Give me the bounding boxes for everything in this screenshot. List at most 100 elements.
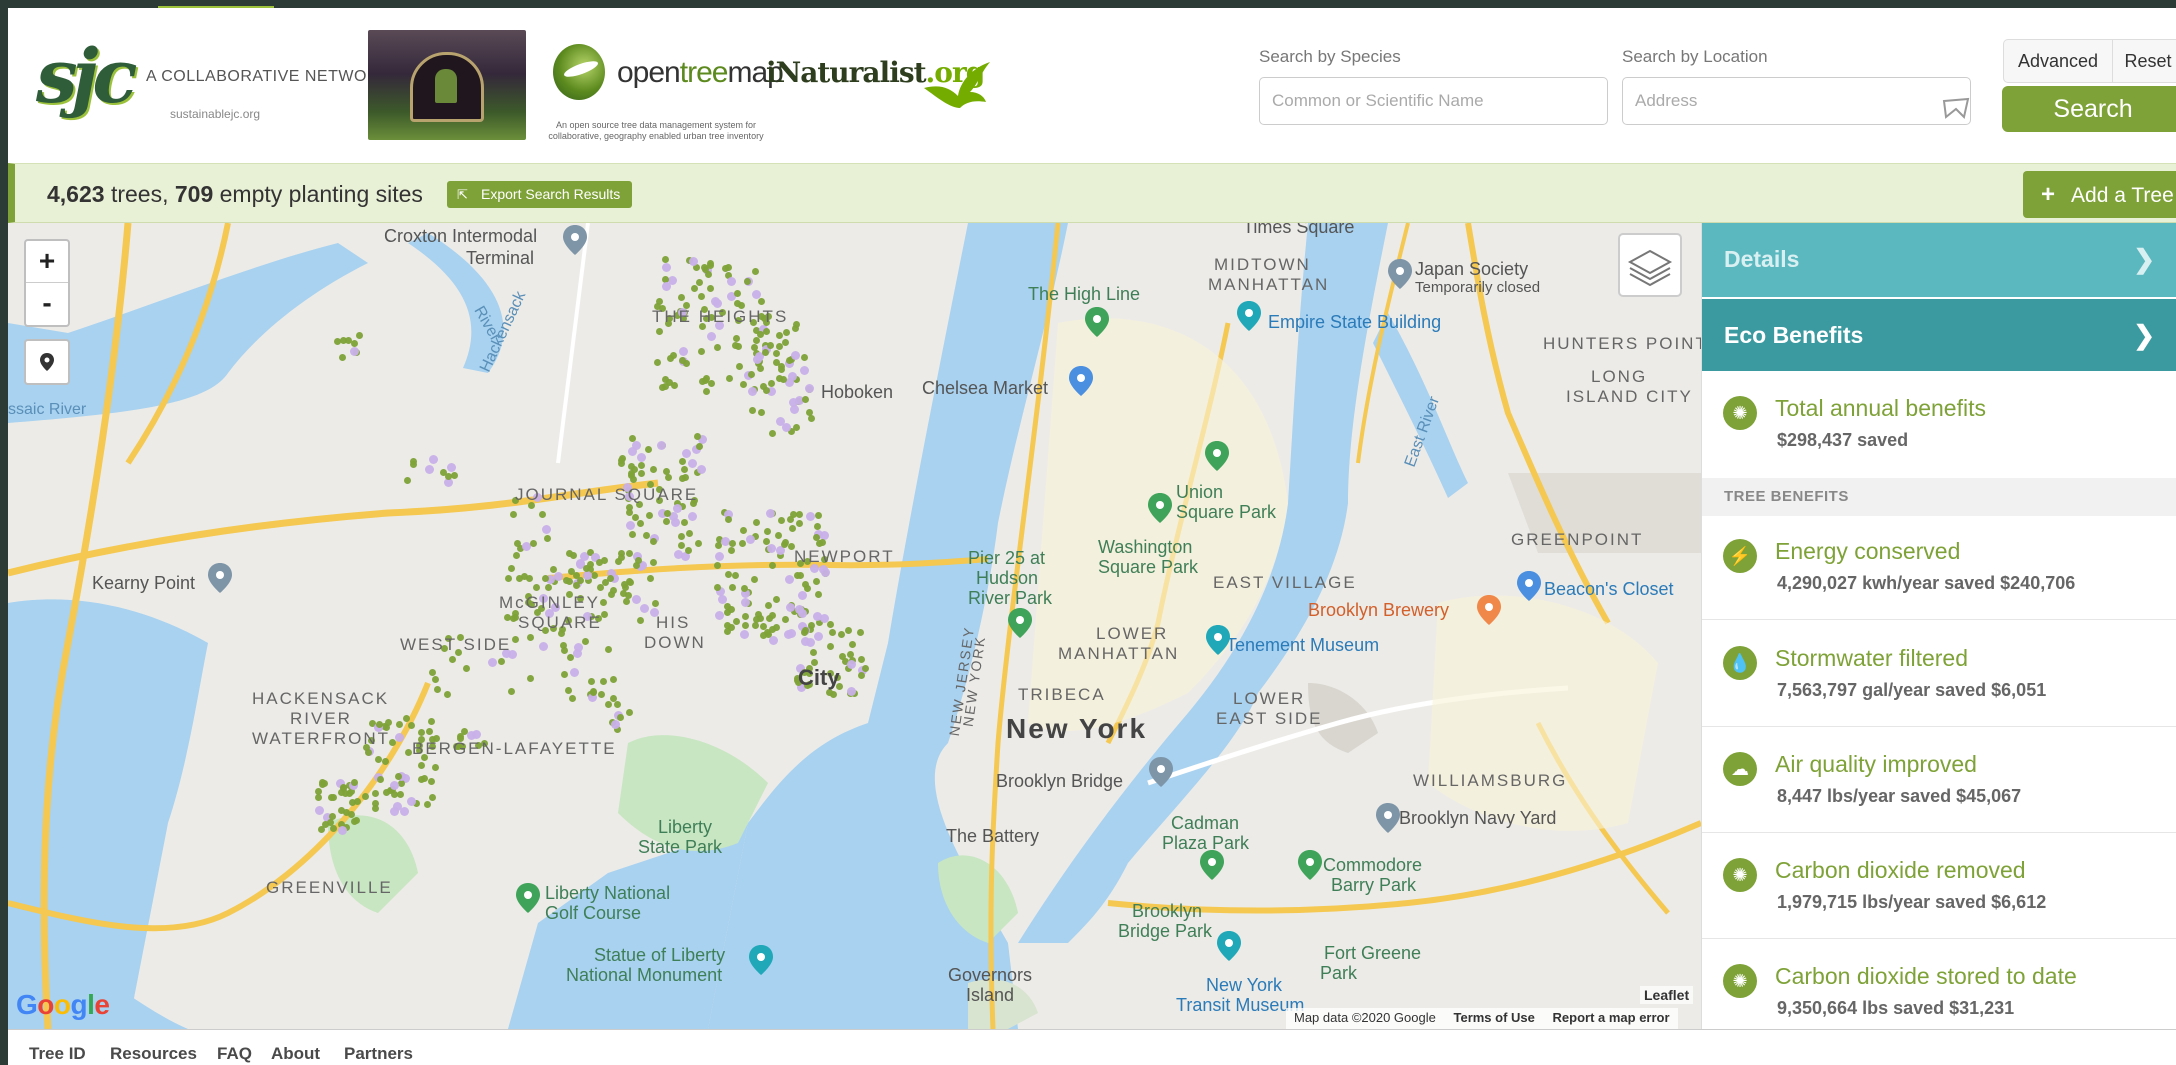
eco-benefits-label: Eco Benefits (1724, 322, 1864, 348)
beacons-closet-pin-icon[interactable] (1516, 571, 1542, 601)
navy-yard-pin-icon[interactable] (1376, 803, 1400, 833)
map-label-jersey-city: City (798, 665, 840, 690)
zoom-out-button[interactable]: - (26, 283, 68, 325)
footer-link-partners[interactable]: Partners (344, 1044, 413, 1064)
map-label-washington-2: Square Park (1098, 557, 1199, 577)
details-label: Details (1724, 246, 1800, 272)
reset-button[interactable]: Reset (2113, 39, 2176, 83)
map-label-lic-1: LONG (1591, 367, 1648, 386)
sjc-logo-text: A COLLABORATIVE NETWORK (146, 68, 391, 85)
terms-of-use-link[interactable]: Terms of Use (1453, 1010, 1534, 1025)
details-panel-toggle[interactable]: Details ❯ (1702, 223, 2176, 297)
golf-pin-icon[interactable] (516, 883, 540, 913)
location-search-input[interactable] (1622, 77, 1971, 125)
tree-benefits-section-header: TREE BENEFITS (1702, 478, 2176, 516)
sjc-logo-url: sustainablejc.org (170, 107, 261, 121)
map-label-lower-manhattan-2: MANHATTAN (1058, 644, 1180, 663)
transit-pin-icon[interactable] (563, 225, 587, 255)
footer-link-about[interactable]: About (271, 1044, 320, 1064)
benefit-value: 1,979,715 lbs/year saved $6,612 (1777, 892, 2047, 912)
benefit-value: 4,290,027 kwh/year saved $240,706 (1777, 573, 2076, 593)
report-map-error-link[interactable]: Report a map error (1553, 1010, 1670, 1025)
map-label-liberty-sp-1: Liberty (658, 817, 713, 837)
map-label-williamsburg: WILLIAMSBURG (1413, 771, 1568, 790)
layers-icon (1627, 249, 1673, 287)
benefit-title: Stormwater filtered (1775, 645, 1969, 671)
map-label-pier25-1: Pier 25 at (968, 548, 1046, 568)
add-tree-button[interactable]: + Add a Tree (2023, 171, 2176, 218)
cadman-pin-icon[interactable] (1200, 850, 1224, 880)
footer-link-resources[interactable]: Resources (110, 1044, 197, 1064)
brooklyn-bridge-pin-icon[interactable] (1148, 757, 1174, 787)
union-square-pin-icon[interactable] (1148, 493, 1172, 523)
left-edge (0, 8, 8, 1065)
tenement-pin-icon[interactable] (1205, 625, 1231, 655)
map-label-chelsea-market: Chelsea Market (922, 378, 1049, 398)
map-label-greenville: GREENVILLE (266, 878, 393, 897)
map-label-mcginley-1: McGINLEY (499, 593, 601, 612)
location-pin-icon (40, 353, 54, 371)
map-label-statue-1: Statue of Liberty (594, 945, 726, 965)
advanced-search-button[interactable]: Advanced (2003, 39, 2113, 83)
pier25-pin-icon[interactable] (1008, 608, 1032, 638)
park-pin-icon[interactable] (1205, 441, 1229, 471)
japan-society-pin-icon[interactable] (1388, 259, 1412, 289)
benefit-title: Air quality improved (1775, 751, 1977, 777)
map-label-west-side: WEST SIDE (400, 635, 512, 654)
species-search-input[interactable] (1259, 77, 1608, 125)
map-label-lower-manhattan-1: LOWER (1096, 624, 1169, 643)
footer-link-faq[interactable]: FAQ (217, 1044, 252, 1064)
map-label-bb-park-2: Bridge Park (1118, 921, 1213, 941)
chelsea-market-pin-icon[interactable] (1068, 366, 1094, 396)
partner-photo-logo[interactable] (368, 30, 526, 140)
map-label-beacons-closet: Beacon's Closet (1544, 579, 1674, 599)
commodore-pin-icon[interactable] (1298, 850, 1322, 880)
map-label-union-square-2: Square Park (1176, 502, 1277, 522)
total-annual-benefits: ✺ Total annual benefits $298,437 saved (1702, 373, 2176, 477)
map-label-governors-1: Governors (948, 965, 1033, 985)
map-label-times-square: Times Square (1243, 223, 1355, 237)
sun-icon: ✺ (1723, 964, 1757, 998)
transit-museum-pin-icon[interactable] (1216, 931, 1242, 961)
map-label-temp-closed: Temporarily closed (1415, 279, 1541, 296)
eco-benefits-panel-toggle[interactable]: Eco Benefits ❯ (1702, 299, 2176, 371)
statue-of-liberty-pin-icon[interactable] (748, 945, 774, 975)
empire-state-pin-icon[interactable] (1236, 301, 1262, 331)
map[interactable]: Croxton Intermodal Terminal Times Square… (8, 223, 1701, 1029)
benefit-title: Carbon dioxide removed (1775, 857, 2026, 883)
map-label-governors-2: Island (966, 985, 1015, 1005)
footer-link-tree-id[interactable]: Tree ID (29, 1044, 86, 1064)
header: sjc A COLLABORATIVE NETWORK sustainablej… (8, 8, 2176, 163)
kearny-point-pin-icon[interactable] (208, 563, 232, 593)
benefit-value: $298,437 saved (1777, 430, 1909, 450)
map-label-bergen-lafayette: BERGEN-LAFAYETTE (412, 739, 617, 758)
benefit-value: 7,563,797 gal/year saved $6,051 (1777, 680, 2047, 700)
location-search-label: Search by Location (1622, 47, 1768, 66)
benefit-title: Total annual benefits (1775, 395, 1986, 421)
map-label-the-heights: THE HEIGHTS (652, 307, 789, 326)
benefit-title: Energy conserved (1775, 538, 1961, 564)
layers-button[interactable] (1618, 233, 1682, 297)
locate-me-button[interactable] (24, 339, 70, 385)
map-label-transit-1: New York (1206, 975, 1283, 995)
brooklyn-brewery-pin-icon[interactable] (1476, 595, 1502, 625)
map-label-hackensack-1: HACKENSACK (252, 689, 390, 708)
search-button[interactable]: Search (2002, 86, 2176, 132)
map-label-historic-2: DOWN (644, 633, 706, 652)
leaflet-attribution-link[interactable]: Leaflet (1640, 986, 1694, 1004)
map-label-fort-greene-1: Fort Greene (1324, 943, 1422, 963)
map-label-les-1: LOWER (1233, 689, 1306, 708)
export-search-results-button[interactable]: ⇱ Export Search Results (447, 181, 633, 208)
sjc-logo[interactable]: sjc A COLLABORATIVE NETWORK sustainablej… (36, 30, 390, 148)
export-icon: ⇱ (457, 187, 468, 202)
high-line-pin-icon[interactable] (1085, 307, 1109, 337)
map-label-hunters-point: HUNTERS POINT (1543, 334, 1701, 353)
map-label-bb-park-1: Brooklyn (1132, 901, 1203, 921)
zoom-in-button[interactable]: + (26, 241, 68, 283)
sun-icon: ✺ (1723, 858, 1757, 892)
map-label-fort-greene-2: Park (1320, 963, 1358, 983)
chevron-right-icon: ❯ (2133, 244, 2155, 274)
opentreemap-logo[interactable]: opentreemap An open source tree data man… (541, 38, 784, 148)
sjc-logo-mark: sjc (36, 34, 137, 120)
location-arrow-icon[interactable] (1940, 95, 1974, 123)
